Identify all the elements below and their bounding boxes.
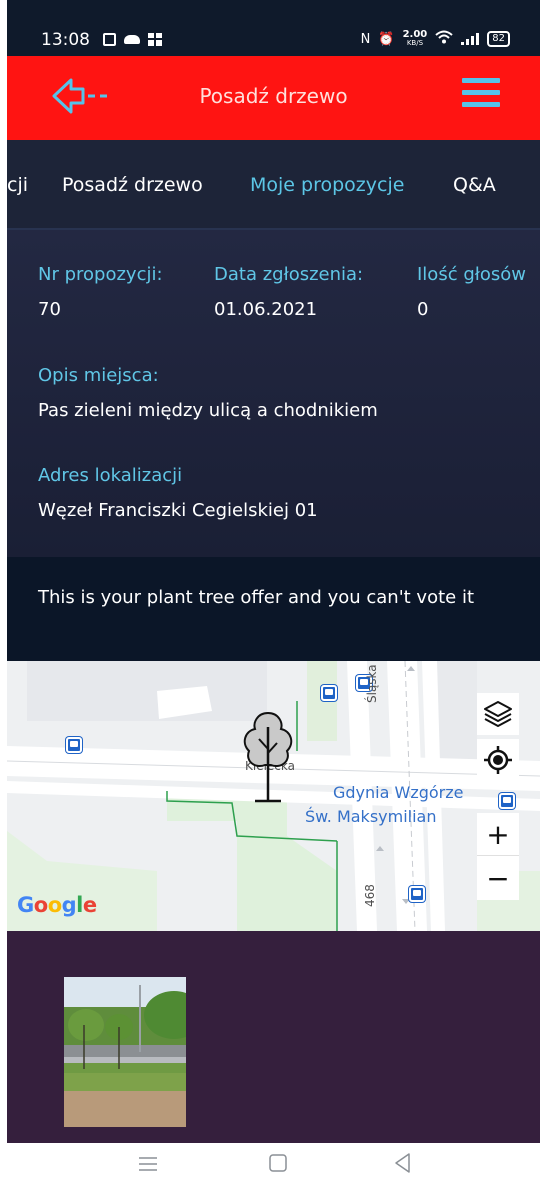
app-header: Posadź drzewo xyxy=(7,56,540,140)
recents-icon xyxy=(139,1157,157,1171)
gallery-icon xyxy=(148,33,162,46)
status-bar: 13:08 N ⏰ 2.00 KB/S 82 xyxy=(7,0,540,56)
tab-bar: cji Posadź drzewo Moje propozycje Q&A xyxy=(7,140,540,230)
recents-button[interactable] xyxy=(137,1151,159,1179)
place-description-label: Opis miejsca: xyxy=(38,365,159,386)
place-label-line1: Gdynia Wzgórze xyxy=(333,783,464,802)
my-location-icon xyxy=(484,746,512,774)
network-speed: 2.00 KB/S xyxy=(403,30,428,48)
network-speed-unit: KB/S xyxy=(406,39,424,47)
battery-icon: 82 xyxy=(487,31,510,47)
notification-app-icon xyxy=(103,33,116,46)
menu-icon-line xyxy=(462,78,500,83)
cloud-icon xyxy=(124,35,140,44)
place-label-line2: Św. Maksymilian xyxy=(305,807,437,826)
zoom-in-button[interactable]: + xyxy=(477,813,519,856)
system-back-button[interactable] xyxy=(392,1151,414,1179)
status-time: 13:08 xyxy=(41,30,90,50)
submission-date-value: 01.06.2021 xyxy=(214,299,318,320)
status-right: N ⏰ 2.00 KB/S 82 xyxy=(361,30,510,48)
alarm-icon: ⏰ xyxy=(378,31,395,47)
votes-value: 0 xyxy=(417,299,429,320)
home-icon xyxy=(269,1154,287,1172)
home-button[interactable] xyxy=(267,1151,289,1179)
address-label: Adres lokalizacji xyxy=(38,465,183,486)
nfc-icon: N xyxy=(360,31,371,47)
wifi-icon xyxy=(435,30,453,48)
photo-gallery xyxy=(7,931,540,1143)
notice-text: This is your plant tree offer and you ca… xyxy=(38,587,475,608)
street-label-468: 468 xyxy=(363,884,377,907)
menu-icon-line xyxy=(462,102,500,107)
page-title: Posadź drzewo xyxy=(199,84,348,108)
signal-icon xyxy=(461,33,480,45)
proposal-photo[interactable] xyxy=(64,977,186,1127)
tab-plant-tree[interactable]: Posadź drzewo xyxy=(62,174,203,196)
votes-label: Ilość głosów xyxy=(417,264,526,285)
tab-partial[interactable]: cji xyxy=(7,174,28,196)
tab-qa[interactable]: Q&A xyxy=(453,174,496,196)
system-nav-bar xyxy=(7,1143,540,1187)
zoom-out-button[interactable]: − xyxy=(477,856,519,900)
proposal-number-value: 70 xyxy=(38,299,61,320)
bus-stop-icon[interactable] xyxy=(409,886,425,902)
notification-icons xyxy=(103,33,162,46)
tab-my-proposals[interactable]: Moje propozycje xyxy=(250,174,404,196)
bus-stop-icon[interactable] xyxy=(499,793,515,809)
menu-icon-line xyxy=(462,90,500,95)
map-view[interactable]: Śląska Kielecka 468 Gdynia Wzgórze Św. M… xyxy=(7,661,540,931)
submission-date-label: Data zgłoszenia: xyxy=(214,264,364,285)
hamburger-menu-button[interactable] xyxy=(462,78,500,110)
address-value: Węzeł Franciszki Cegielskiej 01 xyxy=(38,500,318,521)
layers-button[interactable] xyxy=(477,693,519,735)
bus-stop-icon[interactable] xyxy=(66,737,82,753)
place-description-value: Pas zieleni między ulicą a chodnikiem xyxy=(38,400,378,421)
back-icon xyxy=(395,1153,410,1173)
proposal-details: Nr propozycji: 70 Data zgłoszenia: 01.06… xyxy=(7,230,540,557)
tree-site-photo xyxy=(64,977,186,1127)
my-location-button[interactable] xyxy=(477,739,519,781)
bus-stop-icon[interactable] xyxy=(321,685,337,701)
network-speed-value: 2.00 xyxy=(402,29,428,40)
proposal-number-label: Nr propozycji: xyxy=(38,264,163,285)
notice-banner: This is your plant tree offer and you ca… xyxy=(7,557,540,661)
app-frame: 13:08 N ⏰ 2.00 KB/S 82 Posadź drzewo cji… xyxy=(7,0,540,1187)
layers-icon xyxy=(484,701,512,727)
google-logo[interactable]: Google xyxy=(17,893,97,917)
street-label-slaska: Śląska xyxy=(365,664,379,703)
tree-marker-icon[interactable] xyxy=(237,709,299,805)
